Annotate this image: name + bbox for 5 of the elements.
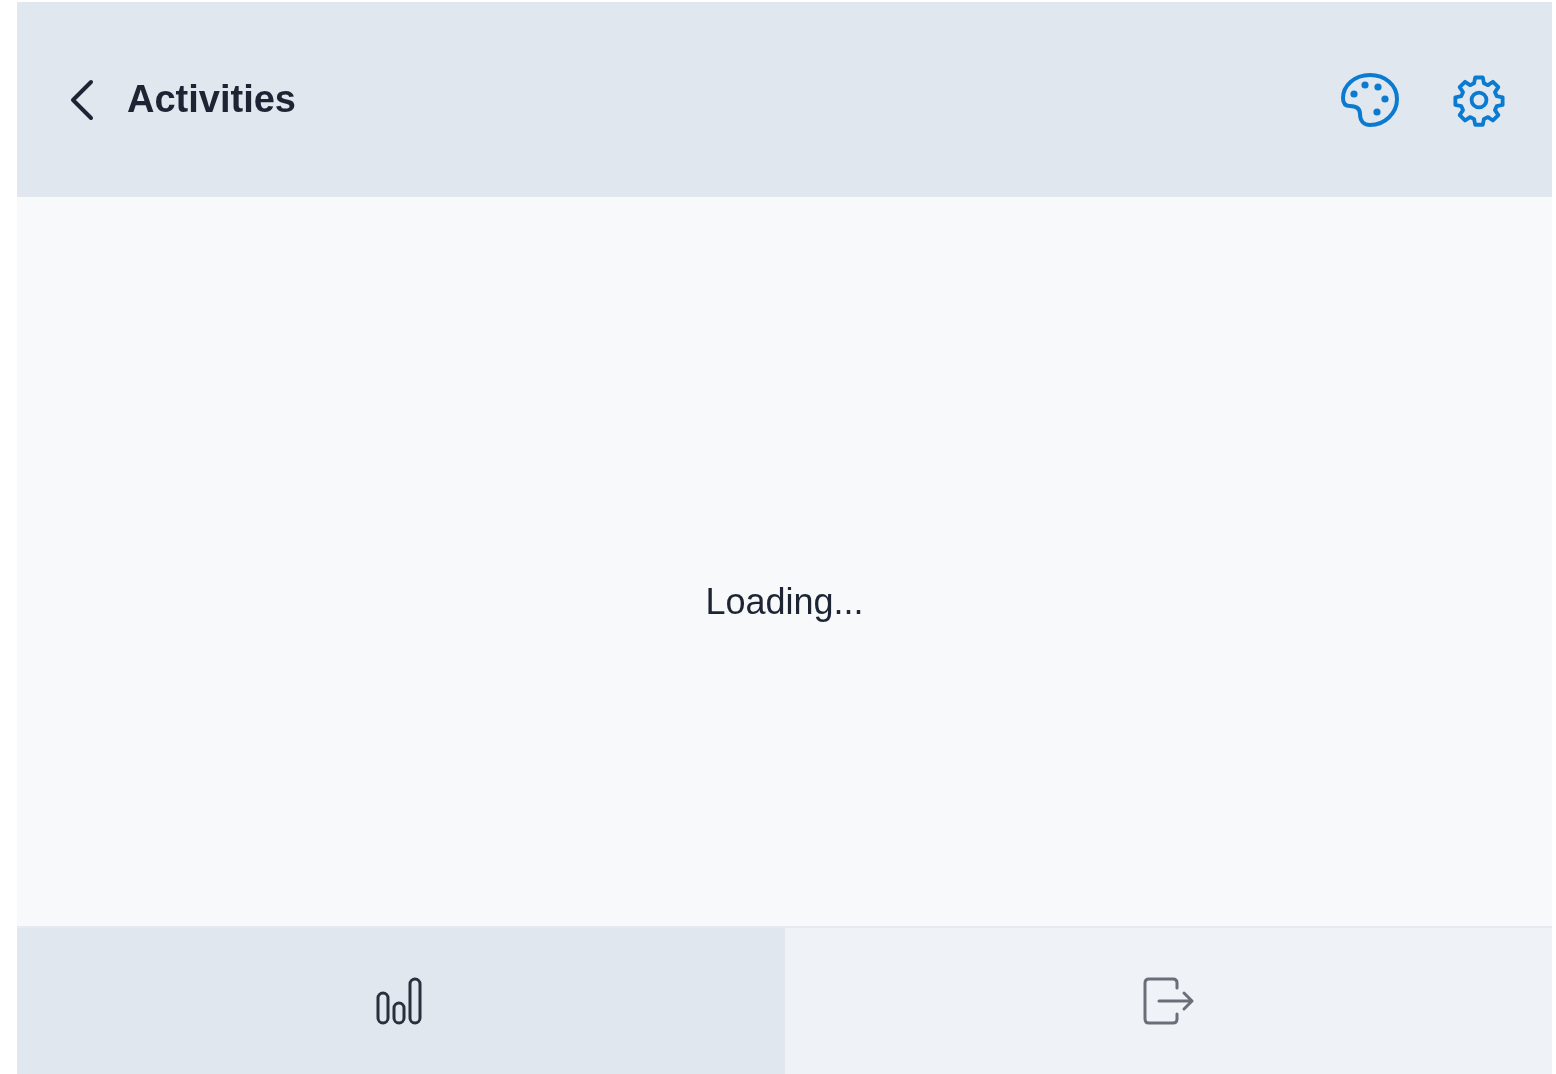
theme-button[interactable] — [1340, 71, 1400, 128]
exit-icon — [1141, 976, 1196, 1026]
palette-icon — [1340, 71, 1400, 128]
loading-text: Loading... — [705, 580, 864, 623]
page-title: Activities — [127, 78, 296, 121]
